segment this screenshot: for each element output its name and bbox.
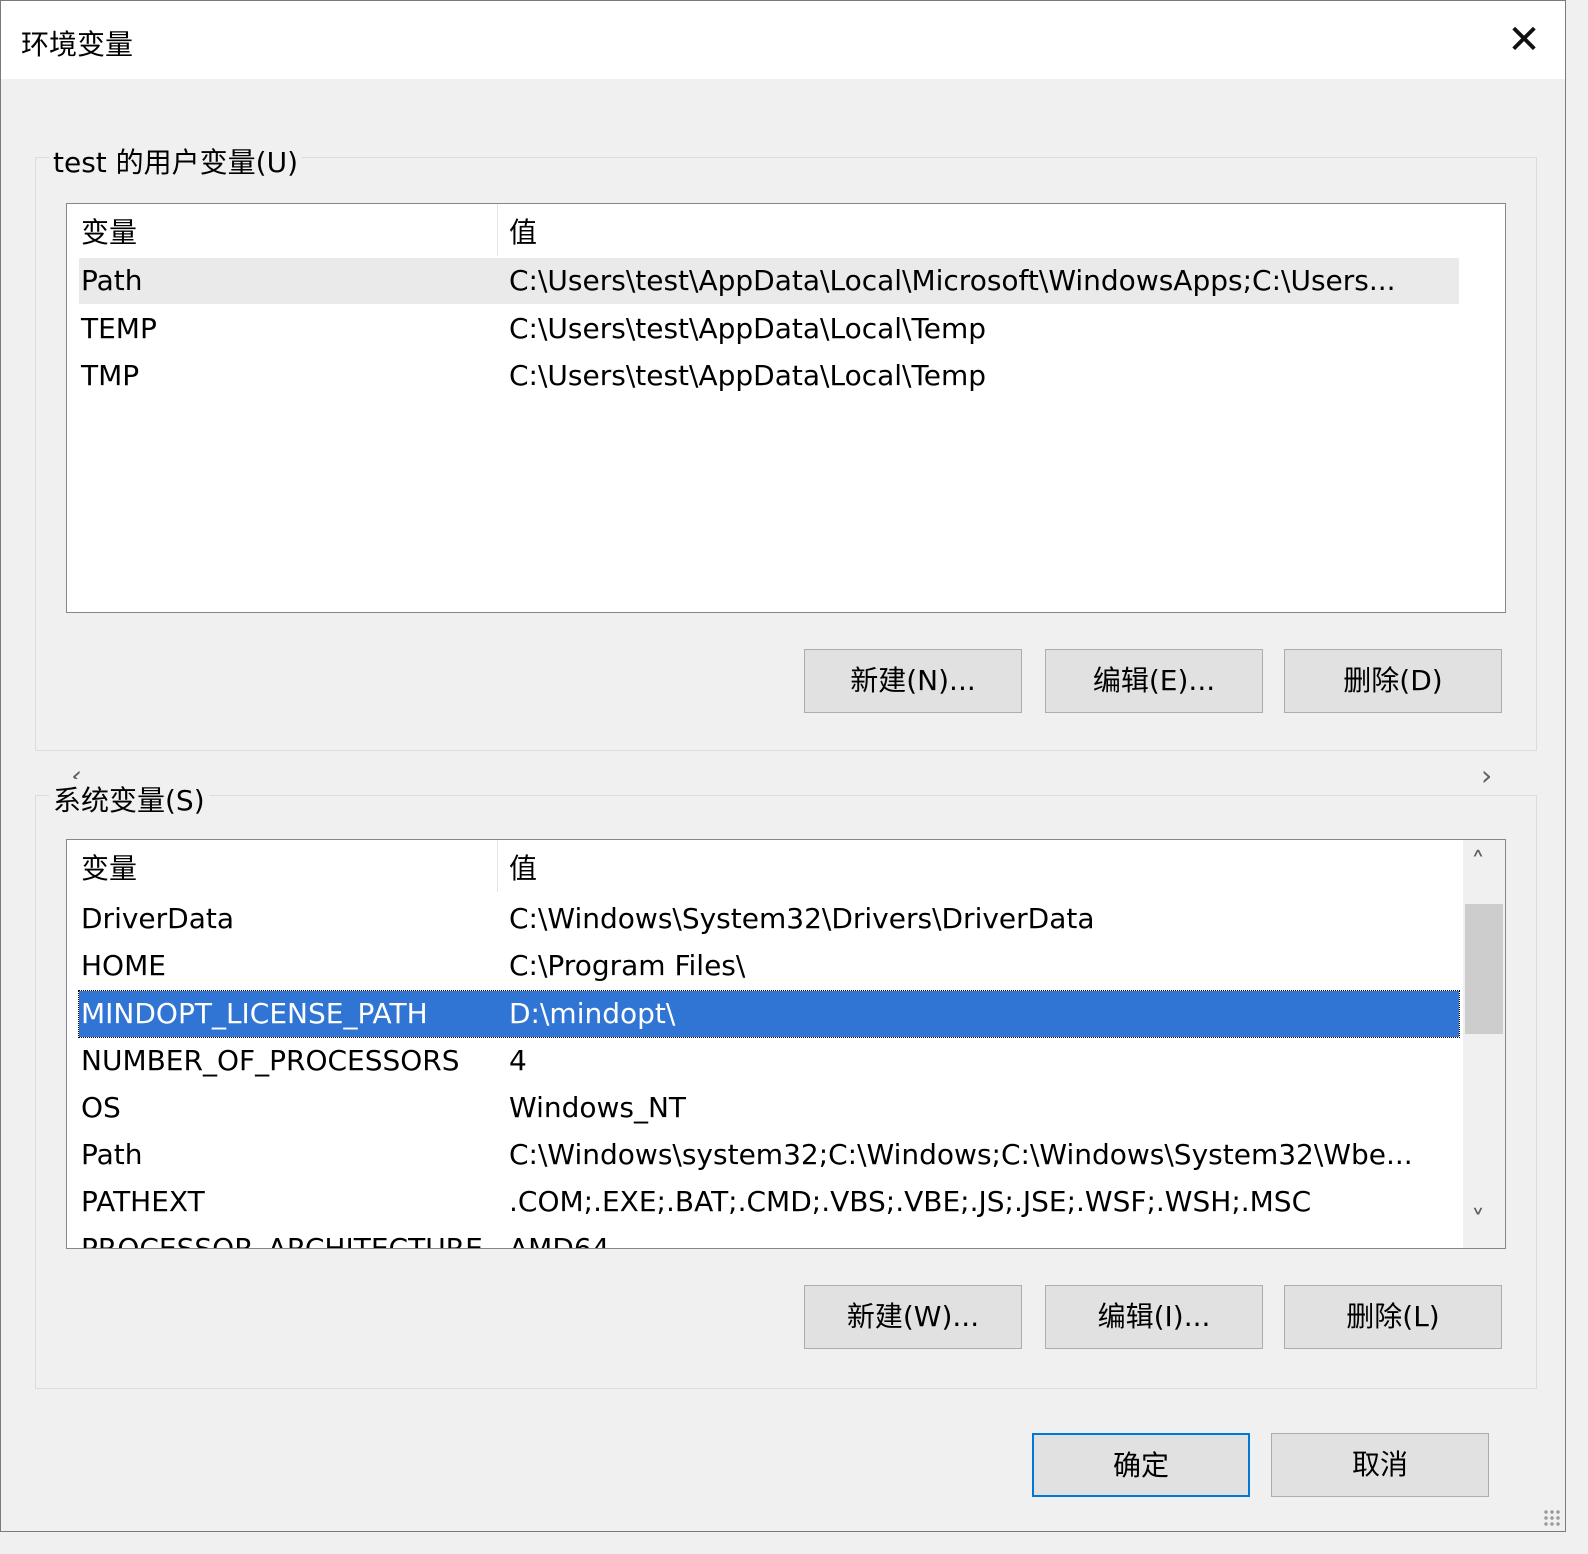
variable-name: TEMP [81,312,157,345]
table-row[interactable]: TMP C:\Users\test\AppData\Local\Temp [79,353,1459,399]
user-variables-label: test 的用户变量(U) [49,141,303,181]
table-row[interactable]: PROCESSOR_ARCHITECTURE AMD64 [79,1226,1459,1249]
system-new-button[interactable]: 新建(W)... [804,1285,1022,1349]
table-row[interactable]: Path C:\Users\test\AppData\Local\Microso… [79,258,1459,304]
scroll-down-icon[interactable]: ˅ [1471,1204,1485,1237]
chevron-right-icon[interactable]: › [1481,759,1492,792]
variable-value: 4 [509,1044,527,1077]
variable-value: .COM;.EXE;.BAT;.CMD;.VBS;.VBE;.JS;.JSE;.… [509,1185,1312,1218]
variable-value: C:\Users\test\AppData\Local\Microsoft\Wi… [509,264,1396,297]
table-row[interactable]: HOME C:\Program Files\ [79,943,1459,989]
system-variables-list[interactable]: 变量 值 DriverData C:\Windows\System32\Driv… [66,839,1506,1249]
table-row[interactable]: PATHEXT .COM;.EXE;.BAT;.CMD;.VBS;.VBE;.J… [79,1179,1459,1225]
variable-value: C:\Windows\System32\Drivers\DriverData [509,902,1095,935]
user-delete-button[interactable]: 删除(D) [1284,649,1502,713]
table-row[interactable]: OS Windows_NT [79,1085,1459,1131]
user-variables-list[interactable]: 变量 值 Path C:\Users\test\AppData\Local\Mi… [66,203,1506,613]
variable-name: HOME [81,949,166,982]
variable-name: Path [81,1138,143,1171]
vertical-scrollbar[interactable]: ˄ ˅ [1463,840,1505,1248]
column-header-variable[interactable]: 变量 [81,210,137,256]
variable-value: AMD64 [509,1232,610,1249]
variable-value: Windows_NT [509,1091,687,1124]
variable-value: C:\Program Files\ [509,949,746,982]
scroll-up-icon[interactable]: ˄ [1471,846,1485,879]
column-header-value[interactable]: 值 [509,846,537,892]
close-icon[interactable]: ✕ [1501,17,1547,63]
table-row[interactable]: TEMP C:\Users\test\AppData\Local\Temp [79,306,1459,352]
user-edit-button[interactable]: 编辑(E)... [1045,649,1263,713]
variable-name: MINDOPT_LICENSE_PATH [81,997,428,1030]
window-title: 环境变量 [21,28,134,61]
variable-name: PATHEXT [81,1185,205,1218]
list-header: 变量 值 [79,846,1459,892]
table-row-selected[interactable]: MINDOPT_LICENSE_PATH D:\mindopt\ [78,990,1460,1038]
variable-value: C:\Users\test\AppData\Local\Temp [509,359,987,392]
variable-value: C:\Users\test\AppData\Local\Temp [509,312,987,345]
variable-value: C:\Windows\system32;C:\Windows;C:\Window… [509,1138,1413,1171]
system-edit-button[interactable]: 编辑(I)... [1045,1285,1263,1349]
variable-name: Path [81,264,143,297]
table-row[interactable]: DriverData C:\Windows\System32\Drivers\D… [79,896,1459,942]
scroll-thumb[interactable] [1465,904,1503,1034]
variable-name: TMP [81,359,140,392]
table-row[interactable]: NUMBER_OF_PROCESSORS 4 [79,1038,1459,1084]
list-header: 变量 值 [79,210,1459,256]
variable-name: DriverData [81,902,235,935]
table-row[interactable]: Path C:\Windows\system32;C:\Windows;C:\W… [79,1132,1459,1178]
environment-variables-dialog: 环境变量 ✕ test 的用户变量(U) 变量 值 Path C:\Users\… [0,0,1566,1532]
user-new-button[interactable]: 新建(N)... [804,649,1022,713]
system-delete-button[interactable]: 删除(L) [1284,1285,1502,1349]
title-bar: 环境变量 ✕ [1,1,1565,79]
variable-name: PROCESSOR_ARCHITECTURE [81,1232,483,1249]
variable-name: OS [81,1091,121,1124]
cancel-button[interactable]: 取消 [1271,1433,1489,1497]
variable-name: NUMBER_OF_PROCESSORS [81,1044,460,1077]
system-variables-label: 系统变量(S) [49,779,209,819]
column-header-variable[interactable]: 变量 [81,846,137,892]
variable-value: D:\mindopt\ [509,997,676,1030]
column-header-value[interactable]: 值 [509,210,537,256]
ok-button[interactable]: 确定 [1032,1433,1250,1497]
resize-grip-icon[interactable] [1543,1509,1561,1527]
